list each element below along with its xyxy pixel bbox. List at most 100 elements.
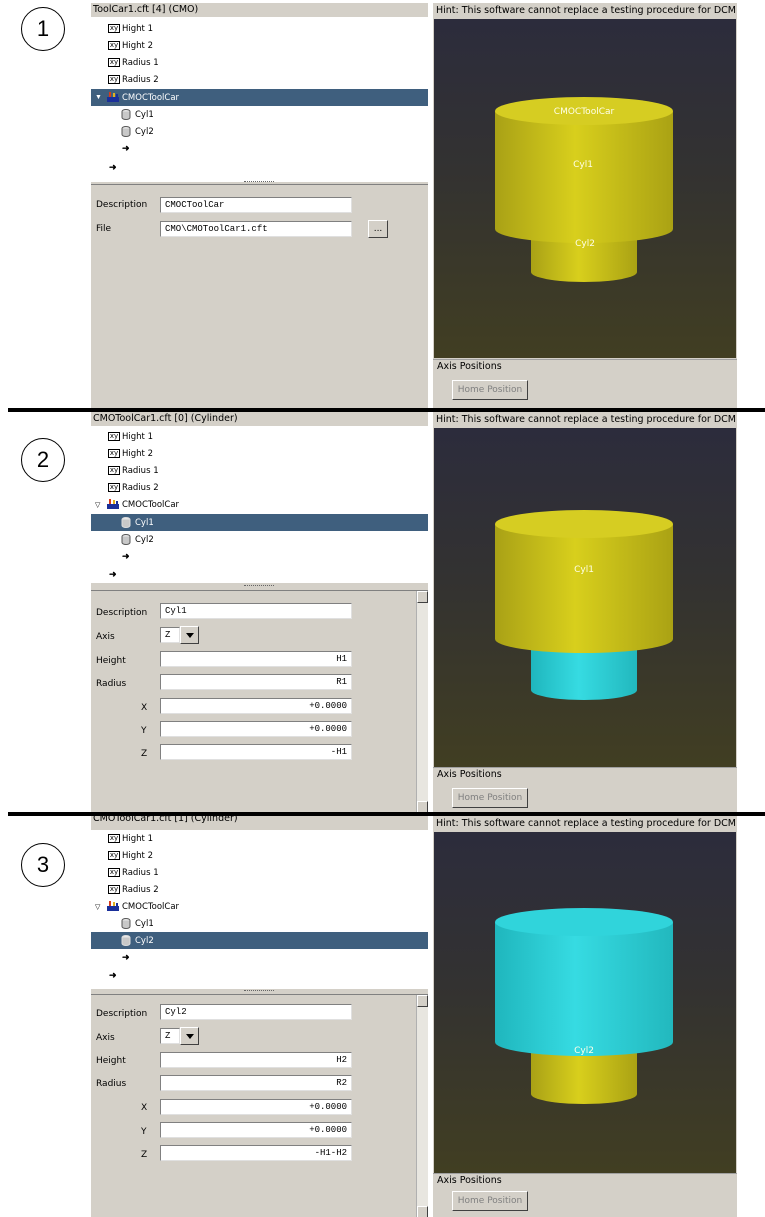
arrow-right-icon: ➜: [122, 952, 130, 962]
tree-item-cyl1[interactable]: Cyl1: [91, 514, 428, 531]
viewer-panel: Hint: This software cannot replace a tes…: [433, 412, 737, 812]
3d-viewport[interactable]: CMOCToolCar Cyl1 Cyl2: [434, 19, 736, 358]
cylinder-icon: [121, 918, 131, 929]
step-number-3: 3: [21, 843, 65, 887]
3d-viewport[interactable]: Cyl1: [434, 428, 736, 767]
y-field[interactable]: +0.0000: [160, 1122, 352, 1138]
tree-item-cyl1[interactable]: Cyl1: [91, 106, 428, 123]
height-field[interactable]: H2: [160, 1052, 352, 1068]
z-field[interactable]: -H1: [160, 744, 352, 760]
triangle-down-icon[interactable]: ▽: [95, 903, 100, 911]
splitter-grip[interactable]: [244, 585, 274, 588]
x-field[interactable]: +0.0000: [160, 698, 352, 714]
structure-tree[interactable]: xy Hight 1 xy Hight 2 xy Radius 1 xy Rad…: [91, 17, 428, 182]
step-3-section: 3 CMOToolCar1.cft [1] (Cylinder) xy High…: [0, 813, 765, 1217]
triangle-down-icon[interactable]: ▼: [95, 94, 102, 101]
description-field[interactable]: Cyl1: [160, 603, 352, 619]
tree-item-cyl2[interactable]: Cyl2: [91, 123, 428, 140]
document-title: CMOToolCar1.cft [0] (Cylinder): [93, 413, 238, 424]
tree-item-label: Radius 2: [122, 884, 159, 895]
tree-item-label: Radius 1: [122, 57, 159, 68]
arrow-right-icon: ➜: [109, 162, 117, 172]
tree-item-hight-2[interactable]: xy Hight 2: [91, 37, 428, 54]
toolcar-group-icon: [107, 901, 119, 911]
tree-item-radius-1[interactable]: xy Radius 1: [91, 462, 428, 479]
home-position-button[interactable]: Home Position: [452, 1191, 528, 1211]
cylinder-model: [495, 908, 673, 1104]
cylinder-label-upper: Cyl1: [574, 565, 594, 575]
y-field[interactable]: +0.0000: [160, 721, 352, 737]
axis-positions-group: Axis Positions Home Position: [433, 359, 737, 408]
tree-item-label: CMOCToolCar: [122, 901, 180, 912]
tree-item-radius-2[interactable]: xy Radius 2: [91, 479, 428, 496]
description-field[interactable]: CMOCToolCar: [160, 197, 352, 213]
add-child-item[interactable]: ➜: [91, 548, 428, 565]
tree-item-hight-1[interactable]: xy Hight 1: [91, 830, 428, 847]
hint-text: Hint: This software cannot replace a tes…: [436, 414, 737, 425]
properties-scrollbar[interactable]: [416, 995, 428, 1217]
add-root-item[interactable]: ➜: [91, 159, 428, 176]
radius-field[interactable]: R2: [160, 1075, 352, 1091]
scroll-down-icon[interactable]: [417, 1206, 428, 1217]
add-child-item[interactable]: ➜: [91, 949, 428, 966]
tree-panel: CMOToolCar1.cft [0] (Cylinder) xy Hight …: [91, 412, 428, 813]
tree-item-label: Cyl2: [135, 534, 154, 545]
tree-item-cmoctoolcar[interactable]: ▼ CMOCToolCar: [91, 89, 428, 106]
triangle-down-icon[interactable]: ▽: [95, 501, 100, 509]
add-child-item[interactable]: ➜: [91, 140, 428, 157]
tree-item-radius-2[interactable]: xy Radius 2: [91, 71, 428, 88]
document-title: ToolCar1.cft [4] (CMO): [93, 4, 199, 15]
scroll-up-icon[interactable]: [417, 995, 428, 1007]
z-field[interactable]: -H1-H2: [160, 1145, 352, 1161]
tree-item-label: Cyl2: [135, 935, 154, 946]
structure-tree[interactable]: xy Hight 1 xy Hight 2 xy Radius 1 xy Rad…: [91, 426, 428, 583]
properties-panel: Description CMOCToolCar File CMO\CMOTool…: [91, 184, 428, 408]
axis-label: Axis: [96, 632, 115, 642]
axis-select[interactable]: Z: [160, 1028, 180, 1044]
axis-positions-group: Axis Positions Home Position: [433, 767, 737, 812]
viewer-panel: Hint: This software cannot replace a tes…: [433, 3, 737, 408]
radius-label: Radius: [96, 1079, 127, 1089]
properties-scrollbar[interactable]: [416, 591, 428, 813]
tree-item-hight-2[interactable]: xy Hight 2: [91, 445, 428, 462]
tree-item-radius-2[interactable]: xy Radius 2: [91, 881, 428, 898]
toolcar-group-icon: [107, 499, 119, 509]
tree-item-hight-2[interactable]: xy Hight 2: [91, 847, 428, 864]
cylinder-label-top: CMOCToolCar: [553, 107, 615, 117]
axis-dropdown-button[interactable]: [180, 1027, 199, 1045]
add-root-item[interactable]: ➜: [91, 967, 428, 984]
properties-panel: Description Cyl1 Axis Z Height H1 Radius…: [91, 590, 428, 813]
axis-dropdown-button[interactable]: [180, 626, 199, 644]
height-field[interactable]: H1: [160, 651, 352, 667]
home-position-button[interactable]: Home Position: [452, 380, 528, 400]
tree-item-cyl2[interactable]: Cyl2: [91, 531, 428, 548]
tree-item-label: Hight 1: [122, 431, 153, 442]
xy-param-icon: xy: [108, 58, 120, 67]
tree-item-cyl2[interactable]: Cyl2: [91, 932, 428, 949]
tree-item-radius-1[interactable]: xy Radius 1: [91, 54, 428, 71]
splitter-grip[interactable]: [244, 990, 274, 993]
tree-item-label: Hight 1: [122, 833, 153, 844]
file-label: File: [96, 224, 112, 234]
radius-field[interactable]: R1: [160, 674, 352, 690]
3d-viewport[interactable]: Cyl2: [434, 832, 736, 1173]
tree-item-label: Radius 2: [122, 74, 159, 85]
tree-item-hight-1[interactable]: xy Hight 1: [91, 20, 428, 37]
tree-item-cmoctoolcar[interactable]: ▽ CMOCToolCar: [91, 496, 428, 513]
home-position-button[interactable]: Home Position: [452, 788, 528, 808]
tree-item-hight-1[interactable]: xy Hight 1: [91, 428, 428, 445]
x-field[interactable]: +0.0000: [160, 1099, 352, 1115]
x-label: X: [141, 1103, 148, 1113]
description-field[interactable]: Cyl2: [160, 1004, 352, 1020]
tree-item-radius-1[interactable]: xy Radius 1: [91, 864, 428, 881]
file-field[interactable]: CMO\CMOToolCar1.cft: [160, 221, 352, 237]
browse-button[interactable]: ...: [368, 220, 388, 238]
add-root-item[interactable]: ➜: [91, 566, 428, 583]
tree-item-cyl1[interactable]: Cyl1: [91, 915, 428, 932]
axis-select[interactable]: Z: [160, 627, 180, 643]
tree-item-cmoctoolcar[interactable]: ▽ CMOCToolCar: [91, 898, 428, 915]
structure-tree[interactable]: xy Hight 1 xy Hight 2 xy Radius 1 xy Rad…: [91, 830, 428, 989]
xy-param-icon: xy: [108, 851, 120, 860]
scroll-up-icon[interactable]: [417, 591, 428, 603]
document-title: CMOToolCar1.cft [1] (Cylinder): [93, 813, 238, 824]
